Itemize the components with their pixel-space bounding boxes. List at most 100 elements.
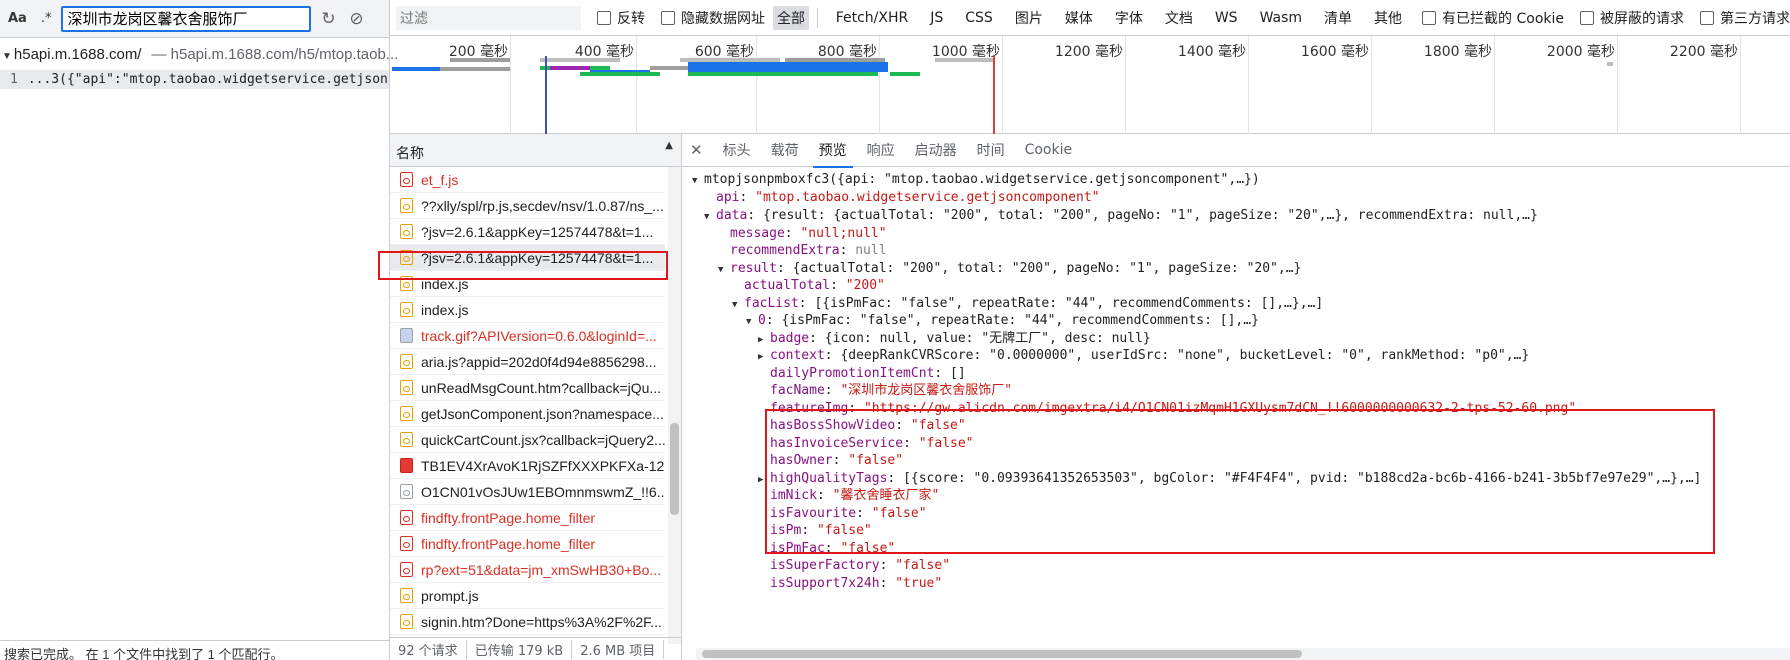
filter-type-fetch[interactable]: Fetch/XHR (832, 8, 913, 28)
request-list-scrollbar[interactable] (668, 167, 681, 644)
image-file-icon (400, 458, 413, 473)
request-name: aria.js?appid=202d0f4d94e8856298... (421, 353, 657, 370)
name-column-header[interactable]: 名称 ▲ (390, 134, 681, 167)
script-file-icon (400, 588, 413, 603)
expand-caret-icon[interactable]: ▶ (758, 470, 770, 490)
invert-checkbox[interactable]: 反转 (597, 8, 645, 28)
request-row[interactable]: findfty.frontPage.home_filter (390, 531, 665, 557)
filter-type-css[interactable]: CSS (961, 8, 997, 28)
image-file-icon (400, 328, 413, 343)
json-value[interactable]: "https://gw.alicdn.com/imgextra/i4/O1CN0… (864, 401, 1576, 416)
expand-caret-icon[interactable]: ▼ (692, 171, 704, 191)
blocked-requests-checkbox[interactable]: 被屏蔽的请求 (1580, 8, 1684, 28)
filter-type-manifest[interactable]: 清单 (1320, 6, 1356, 30)
tab-headers[interactable]: 标头 (713, 132, 761, 168)
refresh-icon[interactable]: ↻ (317, 8, 339, 30)
request-row[interactable]: ??xlly/spl/rp.js,secdev/nsv/1.0.87/ns_..… (390, 193, 665, 219)
request-row[interactable]: index.js (390, 297, 665, 323)
request-row[interactable]: TB1EV4XrAvoK1RjSZFfXXXPKFXa-12... (390, 453, 665, 479)
json-value: "false" (910, 418, 966, 433)
tick-label: 1200 毫秒 (1054, 44, 1123, 60)
tab-preview[interactable]: 预览 (809, 132, 857, 168)
request-name: ??xlly/spl/rp.js,secdev/nsv/1.0.87/ns_..… (421, 197, 664, 214)
timeline-overview[interactable]: 200 毫秒 400 毫秒 600 毫秒 800 毫秒 1000 毫秒 1200… (390, 36, 1790, 134)
request-row[interactable]: O1CN01vOsJUw1EBOmnmswmZ_!!6... (390, 479, 665, 505)
expand-caret-icon[interactable]: ▼ (718, 260, 730, 280)
filter-type-media[interactable]: 媒体 (1061, 6, 1097, 30)
tab-timing[interactable]: 时间 (967, 132, 1015, 168)
script-file-icon (400, 484, 413, 499)
filter-type-img[interactable]: 图片 (1011, 6, 1047, 30)
request-row[interactable]: findfty.frontPage.home_filter (390, 505, 665, 531)
search-result-line[interactable]: 1 ...3({"api":"mtop.taobao.widgetservice.… (0, 70, 389, 89)
filter-type-ws[interactable]: WS (1211, 8, 1242, 28)
close-icon[interactable]: ✕ (690, 141, 703, 159)
tab-response[interactable]: 响应 (857, 132, 905, 168)
tick-line (1002, 36, 1003, 134)
request-row[interactable]: getJsonComponent.json?namespace... (390, 401, 665, 427)
tab-payload[interactable]: 载荷 (761, 132, 809, 168)
json-line[interactable]: ▼ 0: {isPmFac: "false", repeatRate: "44",… (746, 311, 1259, 331)
request-name: et_f.js (421, 171, 459, 188)
blocked-cookies-checkbox[interactable]: 有已拦截的 Cookie (1422, 8, 1564, 28)
json-key: facName (770, 383, 825, 398)
request-list: 名称 ▲ et_f.js ??xlly/spl/rp.js,secdev/nsv/… (390, 134, 682, 660)
script-file-icon (400, 406, 413, 421)
waterfall-bar (580, 72, 660, 76)
json-value: "200" (845, 278, 885, 293)
tick-line (636, 36, 637, 134)
request-row[interactable]: aria.js?appid=202d0f4d94e8856298... (390, 349, 665, 375)
tick-line (756, 36, 757, 134)
filter-type-all[interactable]: 全部 (773, 5, 809, 30)
tab-cookies[interactable]: Cookie (1015, 134, 1083, 166)
json-summary: {icon: null, value: "无牌工厂", desc: null} (824, 331, 1151, 346)
expand-caret-icon[interactable]: ▶ (758, 347, 770, 367)
script-file-icon (400, 354, 413, 369)
waterfall-bar (1607, 62, 1613, 66)
third-party-checkbox[interactable]: 第三方请求 (1700, 8, 1790, 28)
request-row[interactable]: prompt.js (390, 583, 665, 609)
script-file-icon (400, 510, 413, 525)
json-value: [] (950, 366, 966, 381)
json-line[interactable]: ▼ data: {result: {actualTotal: "200", tot… (704, 206, 1538, 226)
request-row[interactable]: track.gif?APIVersion=0.6.0&loginId=... (390, 323, 665, 349)
filter-bar: 反转 隐藏数据网址 全部 Fetch/XHR JS CSS 图片 媒体 字体 文… (390, 0, 1790, 36)
request-row[interactable]: ?jsv=2.6.1&appKey=12574478&t=1... (390, 219, 665, 245)
sort-asc-icon[interactable]: ▲ (665, 140, 673, 151)
request-row[interactable]: unReadMsgCount.htm?callback=jQu... (390, 375, 665, 401)
tab-initiator[interactable]: 启动器 (905, 132, 967, 168)
request-row[interactable]: index.js (390, 271, 665, 297)
details-pane: ✕ 标头 载荷 预览 响应 启动器 时间 Cookie ▼ mtopjsonpmb… (682, 134, 1790, 660)
json-key: isSupport7x24h (770, 576, 880, 591)
filter-input[interactable] (396, 5, 581, 30)
filter-type-font[interactable]: 字体 (1111, 6, 1147, 30)
expand-caret-icon[interactable]: ▼ (746, 312, 758, 332)
regex-button[interactable]: .* (37, 9, 56, 28)
request-row[interactable]: rp?ext=51&data=jm_xmSwHB30+Bo... (390, 557, 665, 583)
clear-icon[interactable]: ⊘ (345, 8, 367, 30)
filter-type-js[interactable]: JS (926, 8, 947, 28)
script-file-icon (400, 224, 413, 239)
json-line: api: "mtop.taobao.widgetservice.getjsonc… (716, 190, 1100, 205)
json-root[interactable]: ▼ mtopjsonpmboxfc3({api: "mtop.taobao.wid… (692, 170, 1260, 190)
json-line[interactable]: ▶ context: {deepRankCVRScore: "0.0000000"… (758, 346, 1529, 366)
tick-line (1740, 36, 1741, 134)
expand-caret-icon[interactable]: ▼ (704, 207, 716, 227)
request-row[interactable]: ?jsv=2.6.1&appKey=12574478&t=1... (390, 245, 665, 271)
expand-caret-icon[interactable]: ▼ (732, 295, 744, 315)
hide-data-urls-checkbox[interactable]: 隐藏数据网址 (661, 8, 765, 28)
collapse-caret-icon[interactable]: ▼ (2, 51, 12, 62)
request-row[interactable]: signin.htm?Done=https%3A%2F%2F... (390, 609, 665, 635)
json-key: hasInvoiceService (770, 436, 904, 451)
request-row[interactable]: et_f.js (390, 167, 665, 193)
scrollbar-thumb[interactable] (670, 423, 679, 515)
filter-type-wasm[interactable]: Wasm (1256, 8, 1306, 28)
scrollbar-thumb[interactable] (702, 650, 1302, 658)
filter-type-doc[interactable]: 文档 (1161, 6, 1197, 30)
request-row[interactable]: quickCartCount.jsx?callback=jQuery2... (390, 427, 665, 453)
search-result-file[interactable]: ▼ h5api.m.1688.com/ — h5api.m.1688.com/h5/… (0, 46, 398, 63)
match-case-button[interactable]: Aa (4, 9, 31, 28)
horizontal-scrollbar[interactable] (696, 648, 1790, 660)
filter-type-other[interactable]: 其他 (1370, 6, 1406, 30)
search-input[interactable] (61, 5, 312, 32)
